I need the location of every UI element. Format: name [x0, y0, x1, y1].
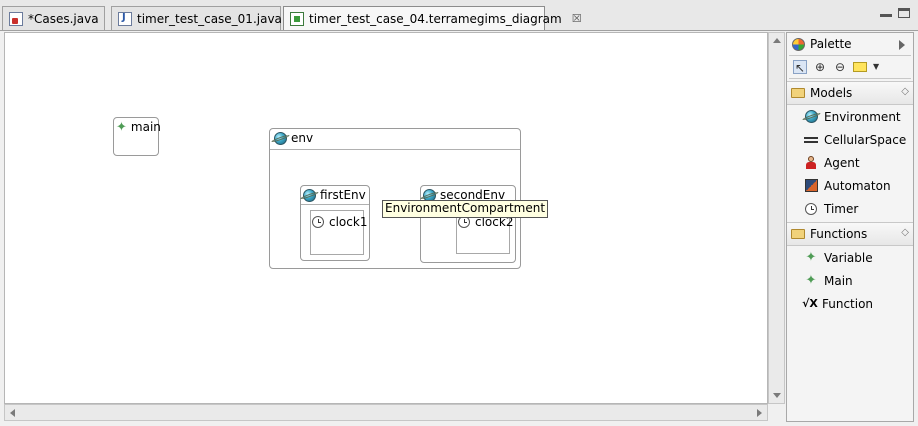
tab-label: *Cases.java [28, 11, 99, 26]
globe-icon [303, 188, 316, 202]
drawer-models[interactable]: Models ◇ [787, 81, 913, 105]
automaton-icon [804, 179, 818, 192]
horizontal-scrollbar[interactable] [4, 404, 768, 421]
diagram-file-icon [290, 11, 304, 26]
note-tool-icon[interactable] [853, 62, 867, 72]
maximize-icon[interactable] [898, 8, 910, 18]
palette-item-label: Agent [824, 155, 860, 170]
palette-item-automaton[interactable]: Automaton [787, 174, 913, 197]
java-file-icon [9, 11, 23, 26]
palette-item-cellularspace[interactable]: CellularSpace [787, 128, 913, 151]
first-env-compartment[interactable]: clock1 [310, 210, 368, 255]
star-icon: ✦ [805, 250, 817, 265]
sqrt-x-icon: √X [802, 297, 818, 310]
palette-item-label: Main [824, 273, 853, 288]
diagram-canvas[interactable]: ✦ main env firstEnv clock1 secondEnv clo… [4, 32, 768, 404]
zoom-in-icon[interactable]: ⊕ [813, 60, 827, 74]
folder-icon [791, 229, 805, 239]
tab-label: timer_test_case_04.terramegims_diagram [309, 11, 562, 26]
star-icon: ✦ [116, 119, 127, 135]
globe-icon [274, 131, 287, 145]
palette-item-label: Timer [824, 201, 859, 216]
palette-item-function[interactable]: √X Function [787, 292, 913, 315]
star-icon: ✦ [805, 273, 817, 288]
palette-item-timer[interactable]: Timer [787, 197, 913, 220]
main-node[interactable]: ✦ main [113, 117, 161, 156]
palette-item-label: Automaton [824, 178, 891, 193]
second-env-node[interactable]: secondEnv clock2 [420, 185, 516, 263]
clock-icon [805, 202, 817, 215]
minimize-icon[interactable] [880, 8, 892, 17]
palette-title: Palette [810, 37, 852, 51]
expand-palette-icon[interactable] [899, 40, 905, 50]
palette-header[interactable]: Palette [787, 33, 913, 55]
tab-timer-test-case-04-diagram[interactable]: timer_test_case_04.terramegims_diagram ☒ [283, 6, 582, 30]
vertical-scrollbar[interactable] [768, 32, 785, 404]
clock1-label: clock1 [329, 215, 368, 229]
clock-icon [312, 216, 324, 228]
second-env-compartment[interactable]: clock2 [456, 212, 513, 254]
palette-item-agent[interactable]: Agent [787, 151, 913, 174]
pin-icon[interactable]: ◇ [901, 86, 909, 97]
env-node-label: env [291, 131, 314, 145]
main-node-label: main [130, 120, 161, 134]
editor-tab-bar: *Cases.java timer_test_case_01.java time… [0, 0, 918, 31]
drawer-label: Functions [810, 227, 868, 241]
palette-item-label: Variable [824, 250, 873, 265]
palette-item-label: CellularSpace [824, 132, 907, 147]
select-tool-icon[interactable]: ↖ [793, 60, 807, 75]
tab-timer-test-case-01[interactable]: timer_test_case_01.java [111, 6, 282, 30]
java-file-icon [118, 11, 132, 26]
palette-item-environment[interactable]: Environment [787, 105, 913, 128]
env-node[interactable]: env firstEnv clock1 secondEnv clock2 [269, 128, 521, 269]
tab-cases-java[interactable]: *Cases.java [2, 6, 105, 30]
first-env-divider [301, 204, 369, 205]
pin-icon[interactable]: ◇ [901, 227, 909, 238]
cellular-space-icon [804, 136, 818, 143]
first-env-node[interactable]: firstEnv clock1 [300, 185, 370, 261]
palette-item-main[interactable]: ✦ Main [787, 269, 913, 292]
env-compartment-divider [270, 149, 520, 150]
palette-item-label: Environment [824, 109, 901, 124]
drawer-label: Models [810, 86, 853, 100]
folder-icon [791, 88, 805, 98]
drawer-functions[interactable]: Functions ◇ [787, 222, 913, 246]
palette-item-variable[interactable]: ✦ Variable [787, 246, 913, 269]
palette-icon [792, 37, 805, 51]
globe-icon [804, 110, 818, 123]
scroll-up-icon[interactable] [773, 38, 781, 43]
scroll-right-icon[interactable] [757, 409, 762, 417]
scroll-left-icon[interactable] [10, 409, 15, 417]
zoom-out-icon[interactable]: ⊖ [833, 60, 847, 74]
tab-label: timer_test_case_01.java [137, 11, 282, 26]
dropdown-arrow-icon[interactable]: ▼ [873, 60, 879, 74]
scroll-down-icon[interactable] [773, 393, 781, 398]
close-icon[interactable]: ☒ [572, 12, 582, 25]
agent-icon [805, 156, 817, 169]
first-env-label: firstEnv [320, 188, 366, 202]
palette-toolbar: ↖ ⊕ ⊖ ▼ [789, 55, 911, 79]
palette-panel: Palette ↖ ⊕ ⊖ ▼ Models ◇ Environment Cel… [786, 32, 914, 422]
palette-item-label: Function [822, 296, 874, 311]
tooltip: EnvironmentCompartment [382, 200, 549, 218]
